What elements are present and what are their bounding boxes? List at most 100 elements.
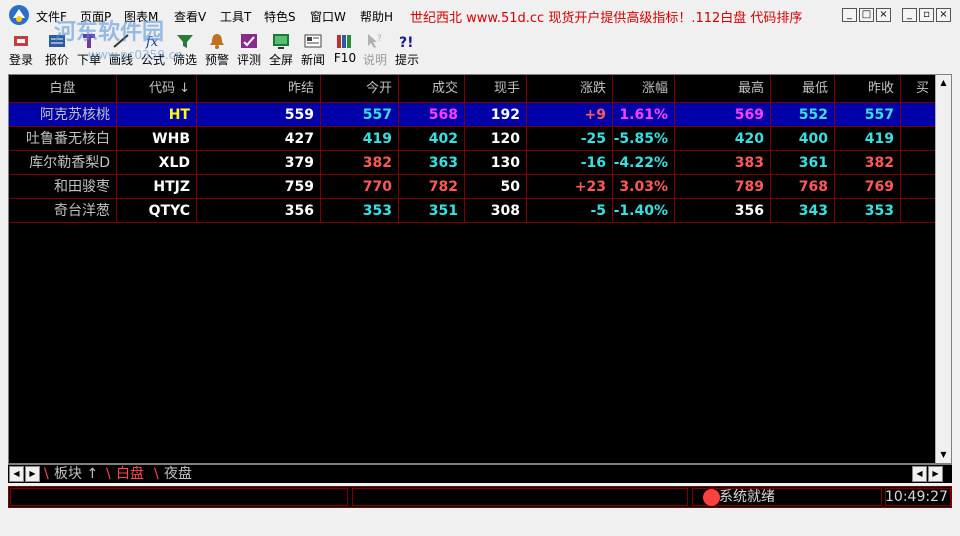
toolbar-label: 说明	[362, 53, 387, 67]
cell-low: 361	[771, 151, 835, 175]
sheet-tab-bar: ◀ ▶ \ 板块 ↑ \ 白盘 \ 夜盘 ◀ ▶	[8, 464, 952, 483]
cell-high: 420	[675, 127, 771, 151]
menu-window[interactable]: 窗口W	[310, 8, 346, 25]
cell-last: 363	[399, 151, 465, 175]
toolbar-fullscreen-button[interactable]: 全屏	[268, 30, 294, 70]
column-header-prev-settle[interactable]: 昨结	[197, 75, 321, 103]
app-close-button[interactable]: ×	[936, 8, 951, 22]
column-header-volume[interactable]: 现手	[465, 75, 527, 103]
draw-line-icon	[113, 34, 129, 48]
cell-low: 400	[771, 127, 835, 151]
toolbar-login-button[interactable]: 登录	[8, 30, 34, 70]
menu-file[interactable]: 文件F	[36, 8, 67, 25]
news-icon	[304, 34, 322, 48]
toolbar-news-button[interactable]: 新闻	[300, 30, 326, 70]
toolbar-help-button[interactable]: ? 说明	[362, 30, 388, 70]
svg-text:?!: ?!	[399, 35, 414, 50]
vertical-scrollbar[interactable]: ▲ ▼	[935, 75, 951, 463]
menu-help[interactable]: 帮助H	[360, 8, 393, 25]
toolbar-label: 公式	[140, 53, 165, 67]
tab-sector[interactable]: \ 板块 ↑	[44, 465, 106, 483]
toolbar-label: 报价	[44, 53, 69, 67]
doc-restore-button[interactable]: □	[859, 8, 874, 22]
doc-close-button[interactable]: ×	[876, 8, 891, 22]
cell-change-pct: -1.40%	[613, 199, 675, 223]
svg-text:fx: fx	[145, 35, 159, 50]
cell-prev-settle: 427	[197, 127, 321, 151]
toolbar-order-button[interactable]: 下单	[76, 30, 102, 70]
menu-special[interactable]: 特色S	[264, 8, 296, 25]
toolbar-draw-button[interactable]: 画线	[108, 30, 134, 70]
menu-view[interactable]: 查看V	[174, 8, 206, 25]
cell-open: 557	[321, 103, 399, 127]
scroll-down-arrow-icon[interactable]: ▼	[936, 447, 951, 463]
toolbar-f10-button[interactable]: F10	[332, 30, 358, 70]
column-header-open[interactable]: 今开	[321, 75, 399, 103]
toolbar-alert-button[interactable]: 预警	[204, 30, 230, 70]
toolbar-label: 画线	[108, 53, 133, 67]
status-pane-left	[10, 488, 348, 506]
trading-app-window: 文件F 页面P 图表M 查看V 工具T 特色S 窗口W 帮助H 世纪西北 www…	[0, 0, 960, 536]
table-row[interactable]: 库尔勒香梨D XLD 379 382 363 130 -16 -4.22% 383 361 382	[9, 151, 935, 175]
column-header-bid[interactable]: 买	[901, 75, 935, 103]
table-row[interactable]: 吐鲁番无核白 WHB 427 419 402 120 -25 -5.85% 420 400 419	[9, 127, 935, 151]
cell-prev-close: 769	[835, 175, 901, 199]
filter-icon	[177, 35, 193, 48]
column-header-name[interactable]: 白盘	[9, 75, 117, 103]
status-clock: 10:49:27	[885, 489, 948, 505]
table-row[interactable]: 和田骏枣 HTJZ 759 770 782 50 +23 3.03% 789 768 769	[9, 175, 935, 199]
connection-status-icon	[703, 489, 720, 506]
tab-day-session[interactable]: \ 白盘	[106, 465, 152, 483]
cell-change: -5	[527, 199, 613, 223]
toolbar-tips-button[interactable]: ?! 提示	[394, 30, 420, 70]
column-header-prev-close[interactable]: 昨收	[835, 75, 901, 103]
quote-grid: 白盘 代码 ↓ 昨结 今开 成交 现手 涨跌 涨幅 最高 最低 昨收 买 阿克苏…	[8, 74, 952, 464]
app-restore-button[interactable]: ▫	[919, 8, 934, 22]
cell-low: 343	[771, 199, 835, 223]
status-bar: 系统就绪 10:49:27	[8, 486, 952, 508]
menu-chart[interactable]: 图表M	[124, 8, 158, 25]
column-header-code[interactable]: 代码 ↓	[117, 75, 197, 103]
column-header-low[interactable]: 最低	[771, 75, 835, 103]
table-row[interactable]: 阿克苏核桃 HT 559 557 568 192 +9 1.61% 569 552 557	[9, 103, 935, 127]
table-row[interactable]: 奇台洋葱 QTYC 356 353 351 308 -5 -1.40% 356 343 353	[9, 199, 935, 223]
toolbar-evaluate-button[interactable]: 评测	[236, 30, 262, 70]
doc-minimize-button[interactable]: _	[842, 8, 857, 22]
cell-name: 吐鲁番无核白	[9, 127, 117, 151]
column-header-change[interactable]: 涨跌	[527, 75, 613, 103]
cell-prev-settle: 759	[197, 175, 321, 199]
cell-volume: 120	[465, 127, 527, 151]
cell-open: 770	[321, 175, 399, 199]
tab-scroll-right-icon[interactable]: ▶	[25, 466, 40, 482]
scroll-up-arrow-icon[interactable]: ▲	[936, 75, 951, 91]
tab-night-session[interactable]: \ 夜盘	[154, 465, 200, 483]
toolbar-formula-button[interactable]: fx 公式	[140, 30, 166, 70]
cell-low: 768	[771, 175, 835, 199]
cell-code: HTJZ	[117, 175, 197, 199]
column-header-high[interactable]: 最高	[675, 75, 771, 103]
toolbar-label: 提示	[394, 53, 419, 67]
toolbar: 登录 报价 下单 画线 fx 公式 筛选 预警 评测 全屏 新闻 F10 ? 说…	[0, 30, 960, 70]
cell-name: 奇台洋葱	[9, 199, 117, 223]
hscroll-right-icon[interactable]: ▶	[928, 466, 943, 482]
toolbar-filter-button[interactable]: 筛选	[172, 30, 198, 70]
app-minimize-button[interactable]: _	[902, 8, 917, 22]
menu-page[interactable]: 页面P	[80, 8, 111, 25]
cell-change: -16	[527, 151, 613, 175]
toolbar-label: F10	[333, 51, 357, 65]
cell-volume: 192	[465, 103, 527, 127]
menu-tools[interactable]: 工具T	[220, 8, 251, 25]
hscroll-left-icon[interactable]: ◀	[912, 466, 927, 482]
cell-open: 382	[321, 151, 399, 175]
toolbar-quote-button[interactable]: 报价	[44, 30, 70, 70]
cell-code: QTYC	[117, 199, 197, 223]
column-header-last[interactable]: 成交	[399, 75, 465, 103]
status-text: 系统就绪	[719, 489, 775, 505]
tab-scroll-left-icon[interactable]: ◀	[9, 466, 24, 482]
cell-low: 552	[771, 103, 835, 127]
menu-bar: 文件F 页面P 图表M 查看V 工具T 特色S 窗口W 帮助H 世纪西北 www…	[0, 0, 960, 30]
cell-volume: 130	[465, 151, 527, 175]
cell-prev-settle: 379	[197, 151, 321, 175]
cell-prev-settle: 559	[197, 103, 321, 127]
column-header-change-pct[interactable]: 涨幅	[613, 75, 675, 103]
